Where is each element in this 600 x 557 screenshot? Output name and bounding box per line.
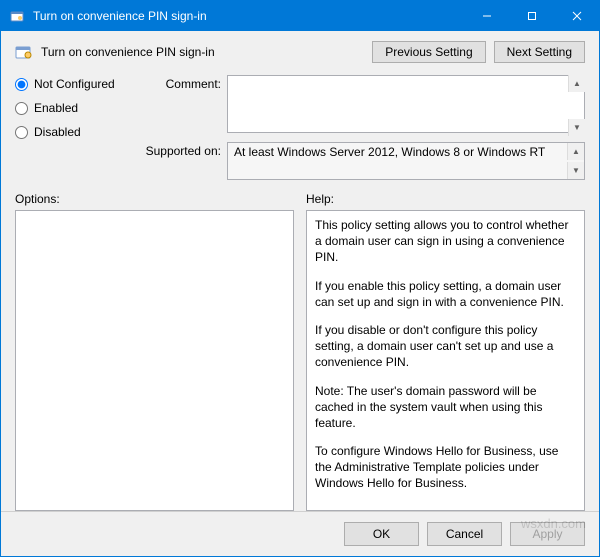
help-panel: This policy setting allows you to contro…	[306, 210, 585, 511]
window-title: Turn on convenience PIN sign-in	[33, 9, 464, 23]
radio-input-disabled[interactable]	[15, 126, 28, 139]
comment-field[interactable]	[227, 75, 585, 133]
minimize-button[interactable]	[464, 1, 509, 31]
maximize-button[interactable]	[509, 1, 554, 31]
radio-not-configured[interactable]: Not Configured	[15, 77, 135, 91]
help-text: If you enable this policy setting, a dom…	[315, 278, 576, 310]
radio-label-enabled: Enabled	[34, 101, 78, 115]
supported-on-field: At least Windows Server 2012, Windows 8 …	[227, 142, 585, 180]
policy-title-icon	[9, 8, 25, 24]
radio-disabled[interactable]: Disabled	[15, 125, 135, 139]
policy-editor-window: Turn on convenience PIN sign-in Turn on …	[0, 0, 600, 557]
scroll-down-icon[interactable]: ▼	[567, 162, 584, 179]
help-label: Help:	[306, 192, 585, 206]
comment-label: Comment:	[141, 75, 221, 136]
previous-setting-button[interactable]: Previous Setting	[372, 41, 485, 63]
radio-label-disabled: Disabled	[34, 125, 81, 139]
supported-on-label: Supported on:	[141, 142, 221, 180]
radio-label-not-configured: Not Configured	[34, 77, 115, 91]
help-text: If you disable or don't configure this p…	[315, 322, 576, 371]
radio-input-not-configured[interactable]	[15, 78, 28, 91]
help-text: This policy setting allows you to contro…	[315, 217, 576, 266]
apply-button[interactable]: Apply	[510, 522, 585, 546]
help-text: Note: The user's domain password will be…	[315, 383, 576, 432]
supported-scrollbar[interactable]: ▲ ▼	[567, 143, 584, 179]
ok-button[interactable]: OK	[344, 522, 419, 546]
help-text: To configure Windows Hello for Business,…	[315, 443, 576, 492]
supported-on-value: At least Windows Server 2012, Windows 8 …	[234, 145, 545, 159]
state-radio-group: Not Configured Enabled Disabled	[15, 75, 135, 180]
policy-heading: Turn on convenience PIN sign-in	[41, 45, 364, 59]
options-label: Options:	[15, 192, 294, 206]
options-panel	[15, 210, 294, 511]
radio-input-enabled[interactable]	[15, 102, 28, 115]
dialog-footer: OK Cancel Apply	[1, 511, 599, 556]
scroll-down-icon[interactable]: ▼	[568, 119, 585, 136]
scroll-up-icon[interactable]: ▲	[567, 143, 584, 160]
titlebar[interactable]: Turn on convenience PIN sign-in	[1, 1, 599, 31]
close-button[interactable]	[554, 1, 599, 31]
comment-scrollbar[interactable]: ▲ ▼	[568, 75, 585, 136]
scroll-up-icon[interactable]: ▲	[568, 75, 585, 92]
cancel-button[interactable]: Cancel	[427, 522, 502, 546]
policy-icon	[15, 43, 33, 61]
radio-enabled[interactable]: Enabled	[15, 101, 135, 115]
next-setting-button[interactable]: Next Setting	[494, 41, 585, 63]
